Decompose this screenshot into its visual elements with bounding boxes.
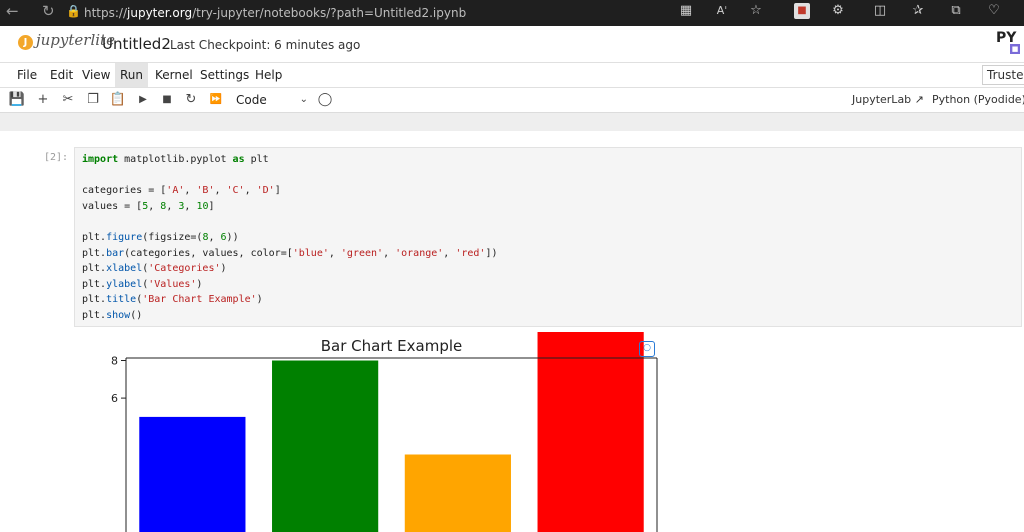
url-path: /try-jupyter/notebooks/?path=Untitled2.i… (192, 6, 467, 20)
y-tick-label-8: 8 (111, 355, 118, 368)
shield-extension-icon[interactable]: ■ (794, 3, 810, 19)
browser-toolbar: ← ↻ 🔒 https://jupyter.org/try-jupyter/no… (0, 0, 1024, 26)
cell-type-value: Code (236, 93, 267, 107)
menu-kernel[interactable]: Kernel (150, 63, 198, 87)
bar-B (272, 360, 379, 532)
copy-icon[interactable]: ❐ (84, 91, 102, 109)
jupyterlab-link-text: JupyterLab (852, 93, 912, 106)
trusted-indicator[interactable]: Trusted (982, 65, 1024, 85)
save-icon[interactable]: 💾 (8, 91, 26, 109)
url-prefix: https:// (84, 6, 128, 20)
menu-help[interactable]: Help (250, 63, 287, 87)
menu-view[interactable]: View (77, 63, 115, 87)
notebook-header: J jupyterlite Untitled2 Last Checkpoint:… (0, 26, 1024, 62)
menu-bar: File Edit View Run Kernel Settings Help … (0, 62, 1024, 88)
favorites-icon[interactable]: ✰ (910, 3, 926, 19)
address-bar[interactable]: https://jupyter.org/try-jupyter/notebook… (84, 3, 664, 23)
cell-type-select[interactable]: Code ⌄ (236, 91, 308, 109)
collections-icon[interactable]: ⧉ (948, 3, 964, 19)
restart-icon[interactable]: ↻ (182, 91, 200, 109)
heart-pulse-icon[interactable]: ♡ (986, 3, 1002, 19)
jupyterlab-link[interactable]: JupyterLab ↗ (852, 91, 924, 109)
jupyter-logo-icon: J (18, 35, 33, 50)
checkpoint-status: Last Checkpoint: 6 minutes ago (170, 38, 361, 52)
expand-output-icon[interactable]: ○ (639, 341, 655, 357)
fast-forward-icon[interactable]: ⏩ (207, 91, 225, 109)
read-aloud-icon[interactable]: Aˈ (714, 3, 730, 19)
code-content: import matplotlib.pyplot as plt categori… (82, 154, 498, 321)
chevron-down-icon: ⌄ (299, 94, 308, 105)
puzzle-icon[interactable]: ⚙ (830, 3, 846, 19)
notebook-title[interactable]: Untitled2 (102, 35, 171, 53)
menu-edit[interactable]: Edit (45, 63, 78, 87)
back-icon[interactable]: ← (6, 2, 19, 20)
cell-execution-count: [2]: (44, 152, 69, 163)
stop-icon[interactable]: ■ (158, 91, 176, 109)
lock-icon[interactable]: 🔒 (66, 4, 81, 18)
bar-A (139, 416, 246, 532)
external-link-icon: ↗ (914, 93, 924, 106)
menu-file[interactable]: File (12, 63, 42, 87)
split-screen-icon[interactable]: ◫ (872, 3, 888, 19)
bar-chart: Bar Chart Example6810 (111, 332, 658, 532)
notebook-toolbar: 💾 + ✂ ❐ 📋 ▶ ■ ↻ ⏩ Code ⌄ ◯ JupyterLab ↗ … (0, 88, 1024, 113)
run-icon[interactable]: ▶ (134, 91, 152, 109)
bar-C (404, 454, 511, 532)
cut-icon[interactable]: ✂ (59, 91, 77, 109)
favorite-star-icon[interactable]: ☆ (748, 3, 764, 19)
menu-settings[interactable]: Settings (195, 63, 254, 87)
add-cell-icon[interactable]: + (34, 91, 52, 109)
pyodide-logo-icon: PY ■ (996, 30, 1024, 58)
code-module: matplotlib.pyplot (124, 154, 227, 165)
bar-D (537, 332, 644, 532)
chart-title: Bar Chart Example (321, 337, 462, 355)
py-badge-square-icon: ■ (1010, 44, 1020, 54)
kernel-status[interactable]: Python (Pyodide) (932, 91, 1024, 109)
menu-run[interactable]: Run (115, 63, 149, 87)
paste-icon[interactable]: 📋 (109, 91, 127, 109)
refresh-icon[interactable]: ↻ (42, 2, 55, 20)
code-cell-editor[interactable]: import matplotlib.pyplot as plt categori… (74, 147, 1022, 327)
url-host: jupyter.org (127, 6, 193, 20)
y-tick-label-6: 6 (111, 392, 118, 405)
notebook-top-gutter (0, 113, 1024, 131)
debugger-bulb-icon[interactable]: ◯ (316, 91, 334, 109)
grid-icon[interactable]: ▦ (678, 3, 694, 19)
